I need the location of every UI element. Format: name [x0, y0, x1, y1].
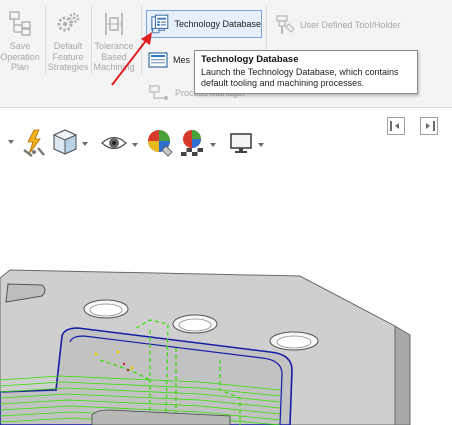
view-settings-dropdown[interactable]: [0, 136, 14, 144]
chevron-down-icon: [8, 140, 14, 144]
collapse-left-pane-button[interactable]: [387, 117, 405, 135]
monitor-icon: [230, 133, 252, 153]
default-feature-strategies-button[interactable]: Default Feature Strategies: [46, 6, 90, 73]
eye-icon: [101, 136, 127, 150]
save-operation-plan-label: Save Operation Plan: [0, 41, 40, 72]
tooltip-title: Technology Database: [201, 54, 299, 65]
view-toolbar: [0, 126, 452, 162]
cube-icon: [52, 129, 78, 155]
mes-label: Mes: [173, 55, 191, 65]
part-side-face: [394, 325, 411, 425]
appearance-icon: [148, 130, 173, 157]
save-operation-plan-button[interactable]: Save Operation Plan: [0, 6, 42, 73]
display-style-dropdown[interactable]: [52, 128, 88, 156]
user-defined-tool-holder-button[interactable]: User Defined Tool/Holder: [274, 14, 400, 36]
user-defined-tool-holder-label: User Defined Tool/Holder: [300, 20, 401, 30]
lightning-tool-icon: [23, 129, 45, 157]
graphics-viewport[interactable]: [0, 230, 452, 425]
hide-show-dropdown[interactable]: [100, 130, 138, 156]
technology-database-button[interactable]: Technology Database: [146, 10, 262, 38]
technology-database-tooltip: Technology Database Launch the Technolog…: [194, 50, 418, 94]
chevron-down-icon: [132, 143, 138, 147]
tooltip-description: Launch the Technology Database, which co…: [201, 67, 399, 88]
pane-left-icon: [390, 121, 399, 131]
view-settings-dropdown[interactable]: [228, 130, 264, 156]
apply-scene-dropdown[interactable]: [178, 128, 216, 158]
chevron-down-icon: [210, 143, 216, 147]
tool-holder-icon: [276, 15, 295, 34]
technology-database-label: Technology Database: [174, 19, 261, 29]
lighting-tool-button[interactable]: [20, 128, 48, 158]
edit-appearance-button[interactable]: [146, 128, 174, 158]
default-feature-strategies-label: Default Feature Strategies: [47, 41, 89, 72]
scene-icon: [181, 130, 203, 156]
pane-right-icon: [426, 121, 435, 131]
chevron-down-icon: [258, 143, 264, 147]
annotation-arrow: [111, 32, 152, 86]
save-operation-plan-icon: [9, 11, 31, 36]
gears-icon: [57, 12, 80, 32]
chevron-down-icon: [82, 142, 88, 146]
collapse-right-pane-button[interactable]: [420, 117, 438, 135]
